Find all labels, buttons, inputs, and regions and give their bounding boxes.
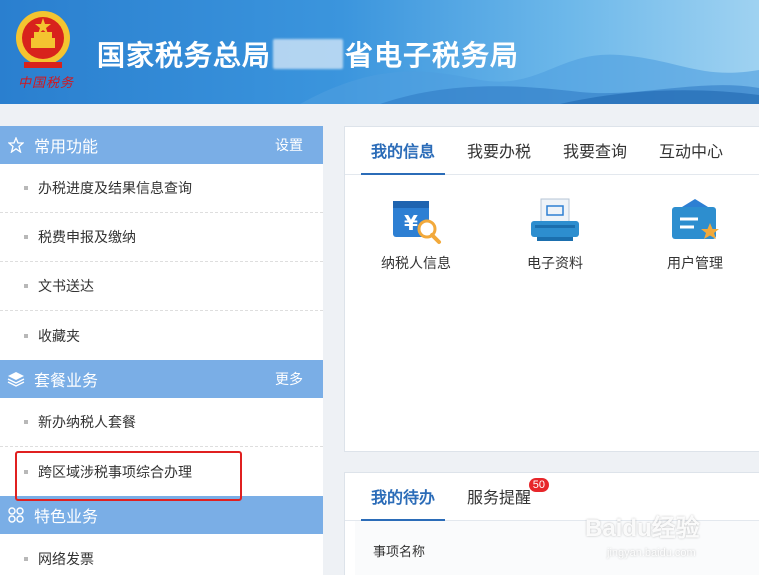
section-common-functions[interactable]: 常用功能 设置 [0, 126, 323, 164]
user-management-icon [672, 199, 719, 239]
tile-label: 电子资料 [527, 255, 583, 271]
sidebar-item-new-taxpayer-package[interactable]: 新办纳税人套餐 [0, 398, 323, 447]
national-emblem-icon [16, 11, 70, 68]
section-label: 套餐业务 [34, 373, 99, 390]
settings-link[interactable]: 设置 [275, 135, 303, 155]
section-featured-business[interactable]: 特色业务 [0, 496, 323, 534]
column-header-item-name: 事项名称 [373, 544, 426, 559]
svg-text:¥: ¥ [404, 211, 418, 235]
bullet [24, 235, 28, 239]
bullet [24, 420, 28, 424]
section-label: 特色业务 [34, 509, 99, 526]
taxpayer-info-icon: ¥ [393, 201, 441, 244]
tile-user-management[interactable]: 用户管理 [640, 197, 750, 273]
bullet [24, 556, 28, 561]
sidebar-item-online-invoice[interactable]: 网络发票 [0, 534, 323, 575]
bullet [24, 469, 28, 474]
sidebar-item-cross-region-tax[interactable]: 跨区域涉税事项综合办理 [0, 447, 323, 496]
tab-service-reminder[interactable]: 服务提醒 50 [451, 472, 550, 520]
bullet [24, 333, 28, 338]
sidebar: 常用功能 设置 办税进度及结果信息查询 税费申报及缴纳 文书送达 收藏夹 套餐业… [0, 126, 323, 575]
tab-handle-tax[interactable]: 我要办税 [451, 126, 547, 174]
sidebar-item-document-delivery[interactable]: 文书送达 [0, 262, 323, 311]
sidebar-item-label: 收藏夹 [38, 327, 80, 344]
sidebar-item-favorites[interactable]: 收藏夹 [0, 311, 323, 360]
my-info-panel: 我的信息 我要办税 我要查询 互动中心 ¥ 纳税人信息 电子资料 用户管理 [344, 126, 759, 452]
sidebar-item-label: 跨区域涉税事项综合办理 [38, 463, 192, 480]
bullet [24, 186, 28, 190]
site-title-part1: 国家税务总局 [97, 40, 272, 71]
sidebar-item-progress-query[interactable]: 办税进度及结果信息查询 [0, 164, 323, 213]
grid-icon [6, 505, 26, 525]
sidebar-item-label: 税费申报及缴纳 [38, 229, 136, 245]
layers-icon [6, 369, 26, 389]
sidebar-item-label: 文书送达 [38, 278, 94, 294]
reminder-count-badge: 50 [528, 478, 550, 492]
tab-query[interactable]: 我要查询 [547, 126, 643, 174]
tile-label: 纳税人信息 [381, 255, 451, 271]
section-package-business[interactable]: 套餐业务 更多 [0, 360, 323, 398]
info-tabs: 我的信息 我要办税 我要查询 互动中心 [345, 127, 759, 175]
electronic-document-icon [531, 198, 579, 241]
site-header: 中国税务 国家税务总局 省电子税务局 [0, 0, 759, 104]
watermark-url: jingyan.baidu.com [607, 547, 696, 559]
sidebar-item-tax-declaration[interactable]: 税费申报及缴纳 [0, 213, 323, 262]
more-link[interactable]: 更多 [275, 369, 303, 389]
emblem-caption: 中国税务 [18, 76, 75, 91]
redacted-province [273, 39, 344, 69]
tab-label: 服务提醒 [467, 490, 532, 507]
tab-my-info[interactable]: 我的信息 [355, 126, 451, 175]
sidebar-item-label: 网络发票 [38, 550, 94, 567]
site-title: 国家税务总局 省电子税务局 [97, 34, 519, 74]
site-title-part2: 省电子税务局 [345, 40, 520, 71]
tab-interaction-center[interactable]: 互动中心 [643, 126, 739, 174]
baidu-watermark: Baidu经验 jingyan.baidu.com [585, 508, 700, 559]
tile-label: 用户管理 [667, 255, 723, 271]
sidebar-item-label: 新办纳税人套餐 [38, 414, 136, 430]
tab-my-todo[interactable]: 我的待办 [355, 472, 451, 521]
tile-electronic-documents[interactable]: 电子资料 [500, 197, 610, 273]
section-label: 常用功能 [34, 139, 99, 156]
bullet [24, 284, 28, 288]
star-icon [6, 135, 26, 155]
tile-taxpayer-info[interactable]: ¥ 纳税人信息 [361, 197, 471, 273]
watermark-text: Baidu经验 [585, 515, 700, 542]
sidebar-item-label: 办税进度及结果信息查询 [38, 180, 192, 196]
